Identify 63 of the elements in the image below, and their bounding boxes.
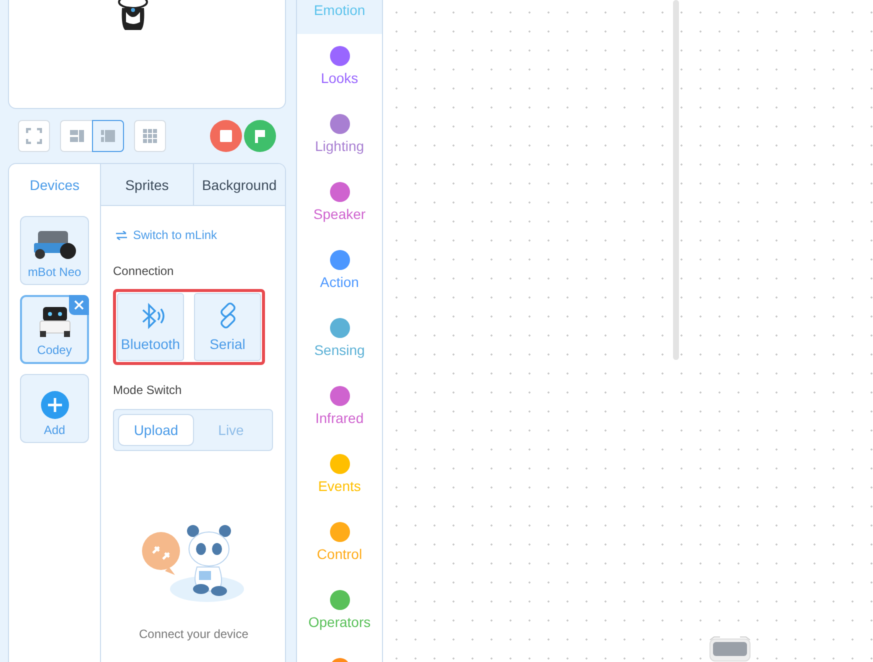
- category-label: Operators: [308, 614, 371, 630]
- switch-to-mlink-link[interactable]: Switch to mLink: [116, 228, 218, 242]
- serial-button[interactable]: Serial: [194, 293, 261, 361]
- bluetooth-button[interactable]: Bluetooth: [117, 293, 184, 361]
- category-item[interactable]: Sensing: [297, 306, 382, 374]
- category-label: Control: [316, 546, 362, 562]
- category-item[interactable]: Events: [297, 442, 382, 510]
- category-item[interactable]: Control: [297, 510, 382, 578]
- layout-icon: [68, 128, 84, 144]
- category-label: Action: [320, 274, 359, 290]
- device-name: Add: [44, 423, 66, 437]
- category-dot-icon: [330, 46, 350, 66]
- category-item[interactable]: Speaker: [297, 170, 382, 238]
- category-label: Emotion: [314, 2, 366, 18]
- swap-icon: [116, 230, 127, 240]
- category-dot-icon: [330, 454, 350, 474]
- category-dot-icon: [330, 590, 350, 610]
- device-card[interactable]: Codey: [20, 295, 89, 364]
- fullscreen-icon: [26, 128, 42, 144]
- category-label: Looks: [320, 70, 358, 86]
- robot-sprite-drawing: [709, 636, 751, 662]
- mode-switch-label: Mode Switch: [113, 383, 182, 397]
- category-dot-icon: [330, 386, 350, 406]
- fullscreen-layout-button[interactable]: [18, 120, 50, 152]
- device-name: Codey: [37, 343, 72, 357]
- category-label: Events: [318, 478, 361, 494]
- category-item[interactable]: Action: [297, 238, 382, 306]
- category-item[interactable]: Infrared: [297, 374, 382, 442]
- flag-icon: [254, 129, 266, 143]
- stop-icon: [220, 130, 232, 142]
- category-item[interactable]: Looks: [297, 34, 382, 102]
- panel-tab[interactable]: Background: [192, 164, 285, 206]
- category-item[interactable]: Lighting: [297, 102, 382, 170]
- connection-label: Connection: [113, 264, 174, 278]
- device-name: mBot Neo: [28, 265, 82, 279]
- category-dot-icon: [330, 522, 350, 542]
- large-stage-layout-button[interactable]: [92, 120, 124, 152]
- category-dot-icon: [330, 114, 350, 134]
- device-card[interactable]: Add: [20, 374, 89, 443]
- category-label: Sensing: [314, 342, 365, 358]
- grid-layout-button[interactable]: [134, 120, 166, 152]
- grid-icon: [142, 128, 158, 144]
- mode-option[interactable]: Upload: [118, 414, 194, 446]
- scrollbar[interactable]: [673, 0, 679, 360]
- device-card[interactable]: mBot Neo: [20, 216, 89, 285]
- run-button[interactable]: [244, 120, 276, 152]
- category-dot-icon: [330, 318, 350, 338]
- category-label: Infrared: [315, 410, 364, 426]
- category-dot-icon: [330, 182, 350, 202]
- panel-tab[interactable]: Sprites: [100, 164, 193, 206]
- category-label: Lighting: [314, 138, 364, 154]
- layout-icon: [100, 128, 116, 144]
- close-icon: [74, 300, 84, 310]
- category-label: Speaker: [313, 206, 366, 222]
- category-dot-icon: [330, 250, 350, 270]
- remove-device-button[interactable]: [69, 295, 89, 315]
- add-icon: [40, 391, 68, 419]
- small-stage-layout-button[interactable]: [60, 120, 92, 152]
- stop-button[interactable]: [210, 120, 242, 152]
- connect-device-text: Connect your device: [139, 627, 248, 641]
- category-item[interactable]: Operators: [297, 578, 382, 646]
- category-item[interactable]: Emotion: [297, 0, 382, 34]
- mode-option[interactable]: Live: [194, 414, 268, 446]
